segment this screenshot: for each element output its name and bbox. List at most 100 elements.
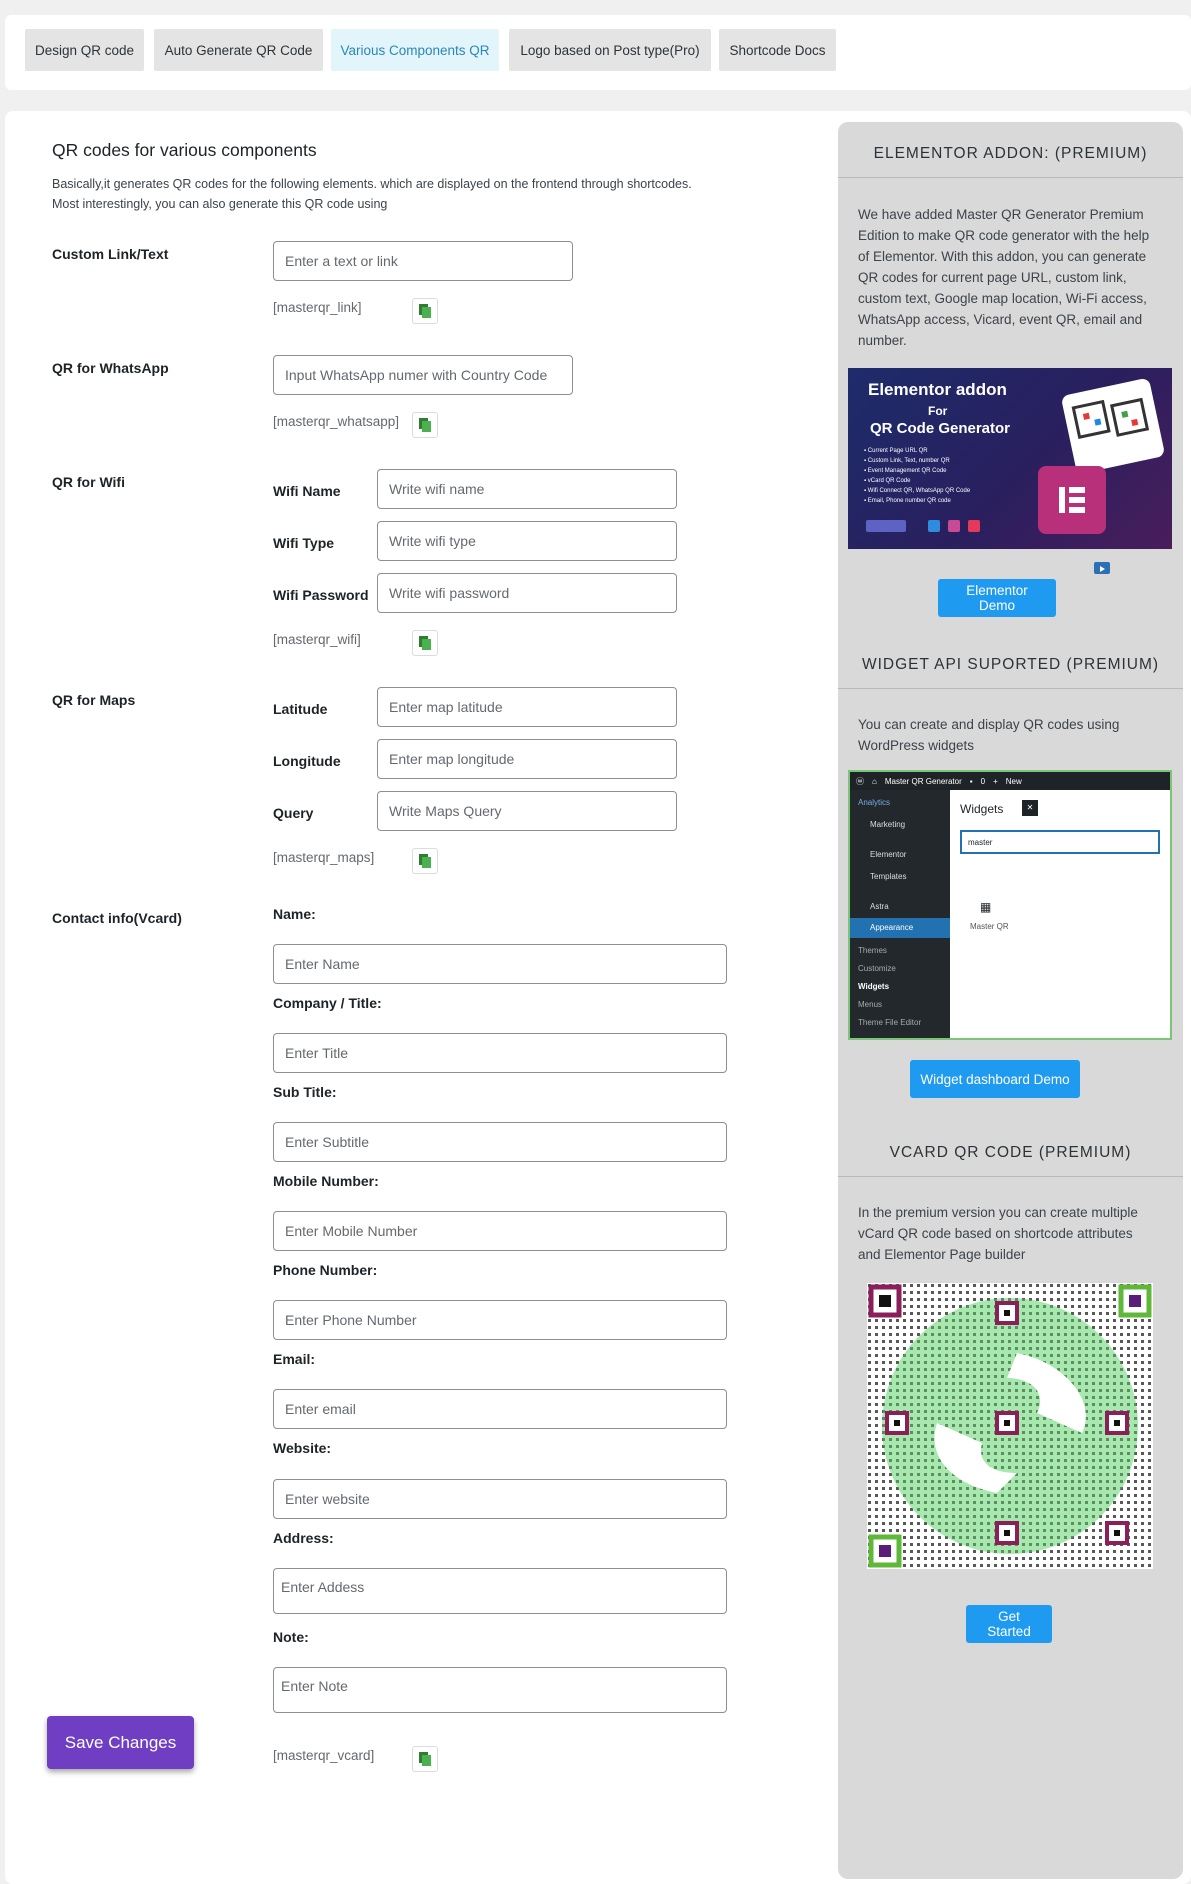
vcard-qr-text: In the premium version you can create mu… <box>858 1205 1138 1262</box>
wifi-password-label: Wifi Password <box>273 587 369 603</box>
banner-feature-list: ▪ Current Page URL QR ▪ Custom Link, Tex… <box>864 446 970 506</box>
copy-whatsapp-shortcode-button[interactable] <box>412 412 438 438</box>
tab-logo-based-on-post-type[interactable]: Logo based on Post type(Pro) <box>509 29 711 71</box>
save-changes-button[interactable]: Save Changes <box>47 1716 194 1769</box>
wp-submenu-item: Widgets <box>858 982 890 991</box>
longitude-input[interactable] <box>377 739 677 779</box>
play-video-icon[interactable] <box>1094 562 1110 574</box>
vcard-shortcode: [masterqr_vcard] <box>273 1748 375 1763</box>
calendar-icon: ▦ <box>980 900 992 914</box>
banner-qr-card <box>1060 377 1166 475</box>
wp-menu-item: Analytics <box>858 798 891 807</box>
wp-menu-item-active: Appearance <box>850 918 950 938</box>
comment-icon: ▪ <box>969 776 973 786</box>
wifi-type-label: Wifi Type <box>273 535 335 551</box>
divider <box>838 688 1183 689</box>
qr-code-icon <box>1071 397 1150 439</box>
home-icon: ⌂ <box>872 776 877 786</box>
copy-wifi-shortcode-button[interactable] <box>412 630 438 656</box>
latitude-input[interactable] <box>377 687 677 727</box>
master-qr-logo <box>866 520 906 532</box>
vcard-qr-heading: VCARD QR CODE (PREMIUM) <box>889 1144 1132 1161</box>
wifi-label: QR for Wifi <box>52 474 125 490</box>
elementor-addon-heading: ELEMENTOR ADDON: (PREMIUM) <box>873 145 1148 162</box>
elementor-demo-button[interactable]: Elementor Demo <box>938 579 1056 617</box>
banner-title: Elementor addon <box>868 380 1007 399</box>
latitude-label: Latitude <box>273 701 328 717</box>
whatsapp-label: QR for WhatsApp <box>52 360 169 376</box>
tab-design-qr-code[interactable]: Design QR code <box>25 29 144 71</box>
copy-icon <box>419 854 431 868</box>
vcard-label: Contact info(Vcard) <box>52 910 182 926</box>
widget-api-text: You can create and display QR codes usin… <box>858 717 1120 753</box>
page-title: QR codes for various components <box>52 140 317 160</box>
vcard-title-input[interactable] <box>273 1033 727 1073</box>
query-label: Query <box>273 805 314 821</box>
maps-shortcode: [masterqr_maps] <box>273 850 375 865</box>
vcard-phone-input[interactable] <box>273 1300 727 1340</box>
vcard-address-label: Address: <box>273 1530 334 1546</box>
tab-shortcode-docs[interactable]: Shortcode Docs <box>719 29 836 71</box>
wp-admin-bar: ⓦ ⌂ Master QR Generator ▪ 0 + New <box>850 772 1170 790</box>
copy-icon <box>419 1752 431 1766</box>
woocommerce-logo-icon <box>948 520 960 532</box>
get-started-button[interactable]: Get Started <box>966 1605 1052 1643</box>
wp-widget-search: master <box>960 830 1160 854</box>
vcard-address-textarea[interactable] <box>273 1568 727 1614</box>
vcard-mobile-label: Mobile Number: <box>273 1173 379 1189</box>
divider <box>838 177 1183 178</box>
wifi-shortcode: [masterqr_wifi] <box>273 632 361 647</box>
vcard-website-input[interactable] <box>273 1479 727 1519</box>
vcard-subtitle-label: Sub Title: <box>273 1084 337 1100</box>
widget-dashboard-screenshot: ⓦ ⌂ Master QR Generator ▪ 0 + New Analyt… <box>848 770 1172 1040</box>
custom-link-shortcode: [masterqr_link] <box>273 300 362 315</box>
banner-subtitle: QR Code Generator <box>870 420 1011 437</box>
whatsapp-input[interactable] <box>273 355 573 395</box>
wp-submenu-item: Themes <box>858 946 887 955</box>
banner-feature-item: ▪ Email, Phone number QR code <box>864 498 951 504</box>
wp-widgets-title: Widgets <box>960 802 1004 816</box>
tab-various-components-qr[interactable]: Various Components QR <box>331 29 499 71</box>
wifi-name-input[interactable] <box>377 469 677 509</box>
wp-comment-count: 0 <box>980 776 986 786</box>
vcard-email-label: Email: <box>273 1351 316 1367</box>
wifi-password-input[interactable] <box>377 573 677 613</box>
banner-feature-item: ▪ Event Management QR Code <box>864 468 947 474</box>
wordpress-icon: ⓦ <box>856 776 864 786</box>
vcard-subtitle-input[interactable] <box>273 1122 727 1162</box>
vcard-mobile-input[interactable] <box>273 1211 727 1251</box>
copy-icon <box>419 636 431 650</box>
vcard-name-label: Name: <box>273 906 316 922</box>
copy-maps-shortcode-button[interactable] <box>412 848 438 874</box>
wordpress-logo-icon <box>928 520 940 532</box>
tab-auto-generate-qr-code[interactable]: Auto Generate QR Code <box>154 29 323 71</box>
page-description-line-1: Basically,it generates QR codes for the … <box>52 177 692 191</box>
plus-icon: + <box>993 776 998 786</box>
vcard-email-input[interactable] <box>273 1389 727 1429</box>
custom-link-input[interactable] <box>273 241 573 281</box>
copy-link-shortcode-button[interactable] <box>412 298 438 324</box>
divider <box>838 1176 1183 1177</box>
widget-dashboard-demo-button[interactable]: Widget dashboard Demo <box>910 1060 1080 1098</box>
qr-code-icon <box>867 1283 1153 1569</box>
vcard-name-input[interactable] <box>273 944 727 984</box>
wp-menu-item: Templates <box>870 872 907 881</box>
close-icon: ✕ <box>1022 800 1038 816</box>
whatsapp-shortcode: [masterqr_whatsapp] <box>273 414 400 429</box>
wp-menu-item: Elementor <box>870 850 907 859</box>
maps-query-input[interactable] <box>377 791 677 831</box>
vcard-title-label: Company / Title: <box>273 995 382 1011</box>
vcard-note-textarea[interactable] <box>273 1667 727 1713</box>
wp-admin-menu: Analytics Marketing Elementor Templates … <box>850 790 950 1038</box>
wp-widget-name: Master QR <box>970 922 1009 931</box>
banner-feature-item: ▪ Wifi Connect QR, WhatsApp QR Code <box>864 488 971 494</box>
banner-feature-item: ▪ vCard QR Code <box>864 478 911 484</box>
wifi-type-input[interactable] <box>377 521 677 561</box>
wp-submenu-item: Theme File Editor <box>858 1018 922 1027</box>
wp-submenu-item: Menus <box>858 1000 883 1009</box>
copy-icon <box>419 418 431 432</box>
banner-for: For <box>928 404 948 418</box>
copy-vcard-shortcode-button[interactable] <box>412 1746 438 1772</box>
wifi-name-label: Wifi Name <box>273 483 341 499</box>
vcard-note-label: Note: <box>273 1629 309 1645</box>
